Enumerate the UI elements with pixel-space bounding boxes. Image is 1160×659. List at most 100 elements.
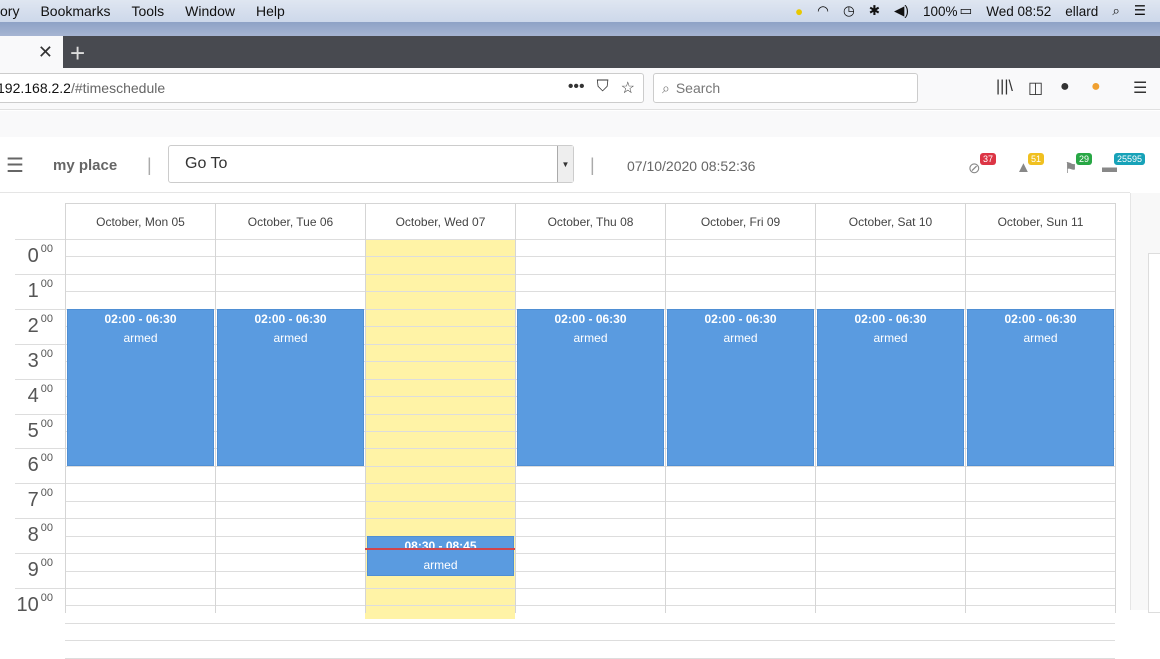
blocked-icon: ⊘: [968, 160, 981, 177]
library-icon[interactable]: |||\: [996, 78, 1013, 96]
volume-icon[interactable]: ◀): [894, 3, 909, 19]
hour-label: 9 00: [15, 557, 65, 582]
extension-icon[interactable]: ●: [1091, 78, 1101, 96]
account-icon[interactable]: ●: [1060, 78, 1070, 96]
schedule-event[interactable]: 02:00 - 06:30 armed: [667, 308, 814, 466]
hour-line: [15, 239, 65, 240]
hour-line: [15, 413, 65, 415]
event-time: 02:00 - 06:30: [104, 311, 177, 326]
hour-line: [15, 588, 65, 589]
url-host: 192.168.2.2: [0, 80, 71, 96]
time-machine-icon[interactable]: ◷: [843, 3, 855, 19]
grid-line: [65, 291, 1115, 293]
menu-icon[interactable]: ☰: [1133, 78, 1147, 98]
day-header: October, Fri 09: [665, 203, 816, 239]
event-status: armed: [723, 330, 758, 345]
day-header: October, Sun 11: [965, 203, 1116, 239]
indicator-blocked[interactable]: ⊘ 37: [968, 153, 1000, 177]
hour-number: 2: [27, 314, 39, 337]
minutes: 00: [40, 312, 53, 325]
scrollbar-thumb[interactable]: [1148, 253, 1160, 613]
minutes: 00: [40, 417, 53, 430]
grid-line: [65, 535, 1115, 537]
schedule-event[interactable]: 02:00 - 06:30 armed: [967, 308, 1114, 466]
grid-line: [65, 239, 1115, 240]
close-tab-icon[interactable]: ✕: [38, 42, 53, 63]
hour-label: 5 00: [15, 417, 65, 443]
schedule-event[interactable]: 02:00 - 06:30 armed: [817, 308, 964, 466]
search-input[interactable]: ⌕ Search: [653, 73, 918, 103]
new-tab-button[interactable]: +: [70, 38, 85, 69]
bookmark-star-icon[interactable]: ☆: [621, 78, 635, 98]
grid-line: [65, 483, 1115, 485]
user-name[interactable]: ellard: [1065, 4, 1098, 19]
hour-line: [15, 448, 65, 450]
column-divider: [65, 203, 66, 613]
schedule-event[interactable]: 02:00 - 06:30 armed: [517, 308, 664, 466]
hamburger-icon[interactable]: ☰: [6, 153, 24, 178]
day-header: October, Tue 06: [215, 203, 366, 239]
column-divider: [815, 203, 816, 613]
hour-number: 3: [27, 349, 39, 372]
url-bar[interactable]: 192.168.2.2/#timeschedule ••• ⛉ ☆: [0, 73, 644, 103]
clock[interactable]: Wed 08:52: [986, 4, 1051, 19]
schedule-event[interactable]: 08:30 - 08:45 armed: [367, 535, 514, 576]
bluetooth-icon[interactable]: ✱: [869, 3, 880, 19]
scrollbar[interactable]: [1130, 193, 1160, 613]
day-header: October, Sat 10: [815, 203, 966, 239]
indicator-monitor[interactable]: ▬ 25595: [1102, 153, 1146, 176]
hour-label: 6 00: [15, 452, 65, 477]
menu-help[interactable]: Help: [256, 3, 285, 19]
chevron-down-icon: ▼: [557, 146, 573, 182]
minutes: 00: [40, 522, 53, 535]
indicator-warning[interactable]: ▲ 51: [1016, 153, 1048, 176]
minutes: 00: [40, 382, 53, 395]
menu-history[interactable]: ory: [0, 3, 19, 19]
ghost-icon[interactable]: ●: [795, 4, 803, 19]
minutes: 00: [40, 347, 53, 360]
schedule-event[interactable]: 02:00 - 06:30 armed: [217, 308, 364, 466]
sidebar-icon[interactable]: ◫: [1028, 78, 1043, 98]
app-header: ☰ my place | Go To ▼ | 07/10/2020 08:52:3…: [0, 137, 1146, 193]
more-actions-icon[interactable]: •••: [568, 78, 585, 98]
current-time-indicator: [365, 548, 515, 551]
battery-icon[interactable]: ▭: [959, 3, 972, 19]
event-time: 02:00 - 06:30: [254, 311, 327, 326]
menu-tools[interactable]: Tools: [131, 3, 164, 19]
hour-line: [15, 518, 65, 520]
hour-label: 10 00: [15, 592, 65, 617]
hour-line: [15, 273, 65, 275]
menu-window[interactable]: Window: [185, 3, 235, 19]
day-header: October, Wed 07: [365, 203, 516, 239]
current-datetime: 07/10/2020 08:52:36: [627, 158, 756, 174]
notification-center-icon[interactable]: ☰: [1134, 3, 1146, 19]
event-time: 02:00 - 06:30: [704, 311, 777, 326]
column-divider: [665, 203, 666, 613]
hour-label: 7 00: [15, 487, 65, 512]
day-header: October, Thu 08: [515, 203, 666, 239]
goto-select[interactable]: Go To ▼: [168, 145, 574, 183]
day-header: October, Mon 05: [65, 203, 216, 239]
wifi-icon[interactable]: ◠: [817, 3, 829, 19]
schedule-event[interactable]: 02:00 - 06:30 armed: [67, 308, 214, 466]
active-tab[interactable]: ✕: [0, 36, 63, 68]
grid-line: [65, 605, 1115, 607]
week-calendar: October, Mon 05 October, Tue 06 October, W…: [0, 193, 1130, 659]
event-time: 02:00 - 06:30: [1004, 311, 1077, 326]
hour-label: 3 00: [15, 347, 65, 373]
hour-number: 9: [27, 559, 39, 582]
indicator-flag[interactable]: ⚑ 29: [1064, 153, 1096, 177]
mac-menubar: ory Bookmarks Tools Window Help ● ◠ ◷ ✱ …: [0, 0, 1160, 22]
event-status: armed: [1023, 330, 1058, 345]
place-name[interactable]: my place: [53, 157, 117, 174]
spotlight-icon[interactable]: ⌕: [1112, 3, 1120, 19]
count-badge: 25595: [1114, 153, 1146, 165]
hour-number: 1: [27, 279, 39, 302]
pocket-icon[interactable]: ⛉: [597, 78, 609, 98]
hour-number: 5: [27, 419, 39, 442]
event-status: armed: [123, 330, 158, 345]
menu-bookmarks[interactable]: Bookmarks: [40, 3, 110, 19]
grid-line: [65, 500, 1115, 502]
count-badge: 29: [1076, 153, 1093, 165]
search-placeholder: Search: [675, 80, 721, 96]
